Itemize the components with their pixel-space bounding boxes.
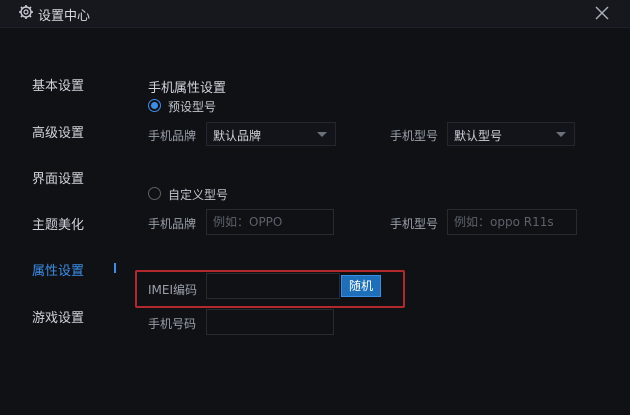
active-indicator [114, 263, 116, 273]
window-title: 设置中心 [38, 9, 91, 24]
sidebar-item-properties[interactable]: 属性设置 [32, 260, 84, 279]
preset-model-select[interactable]: 默认型号 [447, 122, 575, 146]
preset-brand-select[interactable]: 默认品牌 [206, 122, 336, 146]
sidebar-item-interface[interactable]: 界面设置 [32, 168, 84, 187]
preset-brand-value: 默认品牌 [213, 129, 262, 143]
sidebar-item-basic[interactable]: 基本设置 [32, 75, 84, 94]
custom-radio-label: 自定义型号 [168, 188, 229, 202]
sidebar: 基本设置 高级设置 界面设置 主题美化 属性设置 游戏设置 [0, 28, 120, 415]
settings-window: 设置中心 基本设置 高级设置 界面设置 主题美化 属性设置 游戏设置 手机属性设… [0, 0, 630, 415]
gear-icon [19, 5, 33, 19]
phone-number-input[interactable] [206, 309, 334, 335]
sidebar-item-game[interactable]: 游戏设置 [32, 307, 84, 326]
preset-radio[interactable] [148, 99, 161, 112]
preset-radio-label: 预设型号 [168, 100, 217, 114]
preset-brand-label: 手机品牌 [148, 129, 197, 143]
custom-model-label: 手机型号 [390, 217, 439, 231]
title-bar: 设置中心 [0, 0, 630, 28]
custom-model-input[interactable] [447, 209, 577, 235]
custom-radio[interactable] [148, 187, 161, 200]
chevron-down-icon [556, 132, 566, 137]
close-icon[interactable] [593, 4, 611, 22]
preset-model-value: 默认型号 [454, 129, 503, 143]
custom-brand-input[interactable] [206, 209, 334, 235]
custom-brand-label: 手机品牌 [148, 217, 197, 231]
chevron-down-icon [317, 132, 327, 137]
sidebar-item-advanced[interactable]: 高级设置 [32, 122, 84, 141]
imei-label: IMEI编码 [148, 283, 198, 297]
preset-model-label: 手机型号 [390, 129, 439, 143]
phone-number-label: 手机号码 [148, 317, 197, 331]
imei-input[interactable] [206, 273, 340, 299]
random-imei-button[interactable]: 随机 [341, 275, 381, 297]
sidebar-item-theme[interactable]: 主题美化 [32, 214, 84, 233]
section-title: 手机属性设置 [148, 81, 227, 96]
